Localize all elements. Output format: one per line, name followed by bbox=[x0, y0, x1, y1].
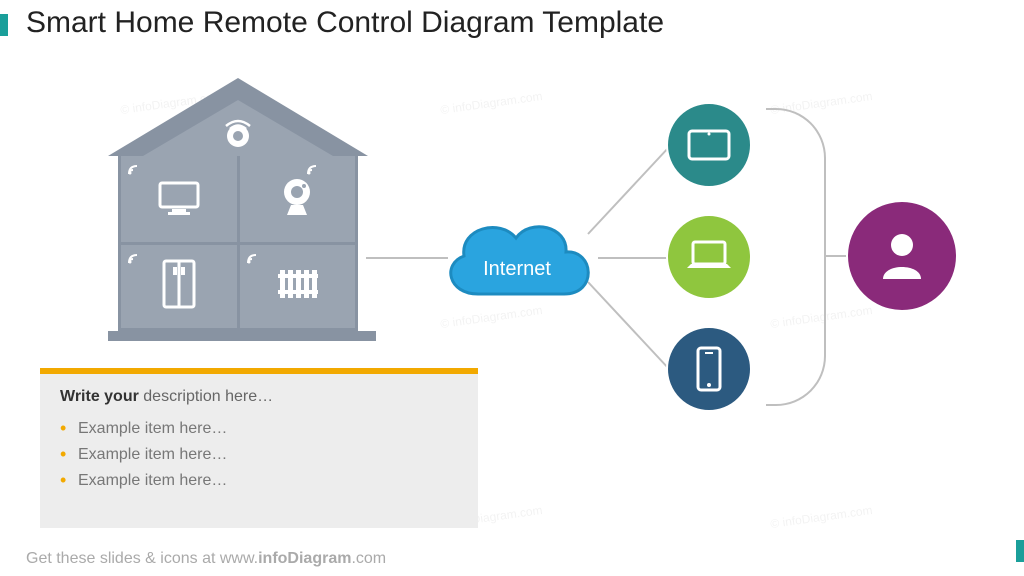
tv-icon bbox=[156, 177, 202, 222]
accent-left bbox=[0, 14, 8, 36]
fridge-icon bbox=[162, 259, 196, 314]
user-node bbox=[846, 200, 958, 312]
footer-post: .com bbox=[351, 550, 386, 567]
wifi-signal-icon bbox=[127, 160, 143, 181]
watermark: © infoDiagram.com bbox=[440, 89, 544, 117]
wifi-signal-icon bbox=[246, 249, 262, 270]
watermark: © infoDiagram.com bbox=[770, 503, 874, 531]
accent-right bbox=[1016, 540, 1024, 562]
device-tablet bbox=[666, 102, 752, 188]
description-heading: Write your description here… bbox=[60, 388, 458, 406]
smoke-detector-icon bbox=[218, 112, 258, 157]
cloud-label: Internet bbox=[434, 258, 600, 281]
radiator-icon bbox=[274, 264, 320, 309]
person-icon bbox=[873, 227, 931, 285]
device-laptop bbox=[666, 214, 752, 300]
description-heading-bold: Write your bbox=[60, 388, 139, 405]
room-top-left bbox=[121, 156, 237, 242]
laptop-icon bbox=[683, 238, 735, 276]
room-bottom-left bbox=[121, 242, 237, 328]
tablet-icon bbox=[686, 128, 732, 162]
bracket bbox=[766, 108, 826, 406]
footer-pre: Get these slides & icons at www. bbox=[26, 550, 258, 567]
description-heading-rest: description here… bbox=[139, 388, 273, 405]
room-top-right bbox=[237, 156, 356, 242]
wifi-signal-icon bbox=[127, 249, 143, 270]
footer-bold: infoDiagram bbox=[258, 550, 351, 567]
wifi-signal-icon bbox=[306, 160, 322, 181]
webcam-icon bbox=[277, 175, 317, 224]
smart-home-graphic bbox=[108, 78, 368, 343]
device-smartphone bbox=[666, 326, 752, 412]
house-base bbox=[108, 331, 376, 341]
description-item: Example item here… bbox=[60, 416, 458, 442]
description-item: Example item here… bbox=[60, 468, 458, 494]
internet-cloud: Internet bbox=[434, 204, 600, 310]
description-item: Example item here… bbox=[60, 442, 458, 468]
description-list: Example item here… Example item here… Ex… bbox=[60, 416, 458, 494]
house-walls bbox=[118, 156, 358, 331]
page-title: Smart Home Remote Control Diagram Templa… bbox=[26, 6, 664, 40]
description-box: Write your description here… Example ite… bbox=[40, 368, 478, 528]
footer-text: Get these slides & icons at www.infoDiag… bbox=[26, 550, 386, 568]
smartphone-icon bbox=[695, 345, 723, 393]
room-bottom-right bbox=[237, 242, 356, 328]
